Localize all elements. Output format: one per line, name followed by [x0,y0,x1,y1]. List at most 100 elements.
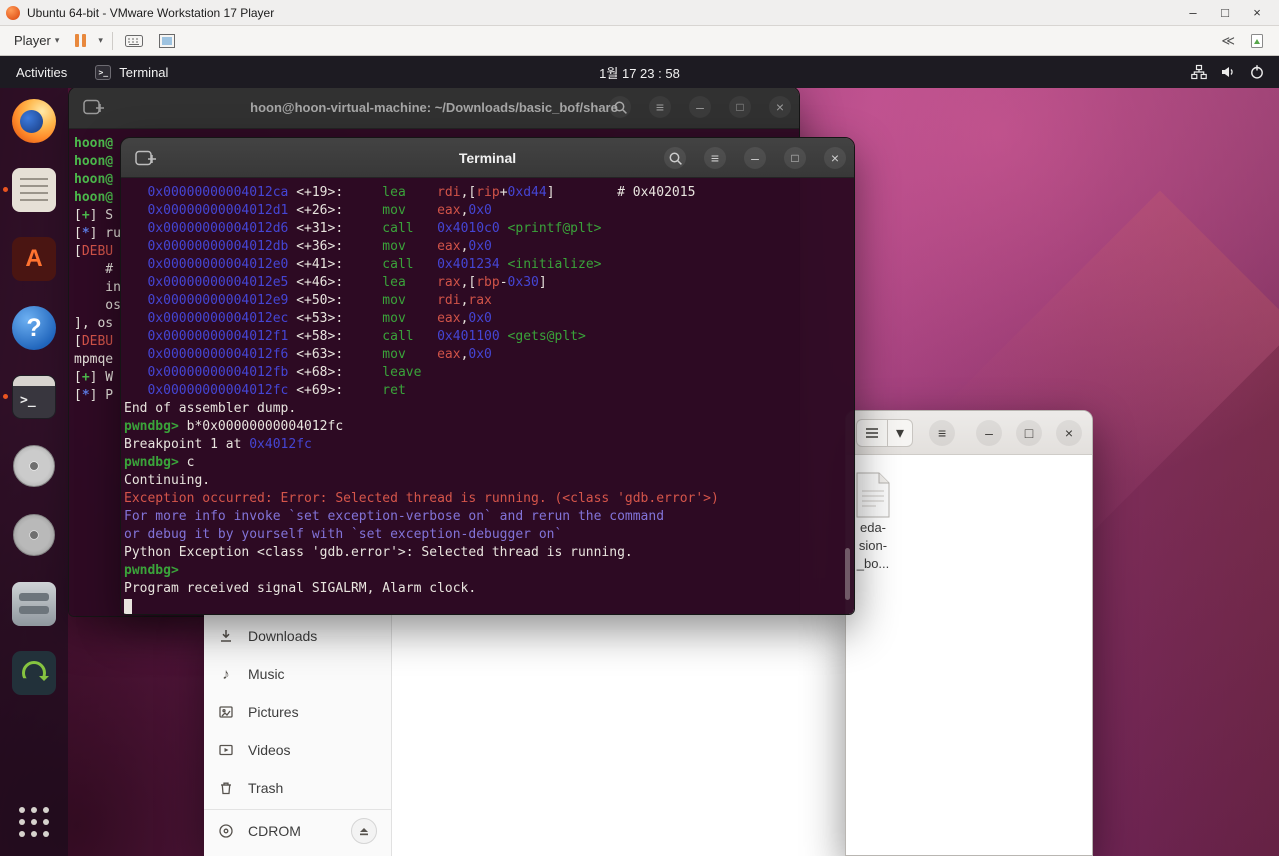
terminal-content: 0x00000000004012ca <+19>: lea rdi,[rip+0… [121,178,854,614]
sidebar-item-cdrom[interactable]: CDROM [204,812,391,850]
files-window: Downloads ♪ Music Pictures Videos Trash … [204,615,853,856]
vmware-window-controls: – □ × [1177,2,1273,24]
sidebar-label: Downloads [248,628,318,644]
toolbar-separator [111,31,113,50]
pictures-icon [218,704,234,720]
terminal-titlebar[interactable]: Terminal ≡ – □ × [121,138,854,178]
new-tab-button[interactable] [133,147,159,168]
pause-icon [75,34,80,47]
search-icon [669,152,682,165]
close-button[interactable]: × [1056,419,1082,446]
dock-software-updater-icon[interactable] [10,649,58,697]
power-icon [1251,65,1263,79]
terminal-scrollbar[interactable] [845,548,850,600]
download-icon [218,628,234,644]
library-button[interactable] [1249,33,1265,49]
vmware-minimize-button[interactable]: – [1177,2,1209,24]
sidebar-label: Music [248,666,285,682]
file-label-line: eda- [859,520,887,535]
dock-app-icon-1[interactable] [10,442,58,490]
music-icon: ♪ [222,665,230,683]
player-menu-label: Player [14,33,51,48]
dock-app-grid-button[interactable] [10,798,58,846]
list-view-button[interactable] [857,420,887,446]
minimize-button[interactable]: – [976,419,1002,446]
files-main-pane[interactable] [393,615,853,856]
vmware-app-icon [6,5,20,20]
desktop: hoon@hoon-virtual-machine: ~/Downloads/b… [0,88,1279,856]
suspend-dropdown-caret[interactable]: ▾ [98,35,103,46]
activities-button[interactable]: Activities [0,56,83,88]
menu-button[interactable]: ≡ [649,96,671,118]
sidebar-item-music[interactable]: ♪ Music [204,655,391,693]
secondary-window-content: eda- sion- _bo... [846,455,1092,855]
dock-firefox-icon[interactable] [10,97,58,145]
sidebar-label: Pictures [248,704,299,720]
focused-app-name: Terminal [119,64,169,80]
secondary-window-titlebar[interactable]: ▾ ≡ – □ × [846,411,1092,455]
maximize-button[interactable]: □ [784,147,806,169]
vmware-toolbar: Player ▾ ▾ ≪ [0,26,1279,56]
dock-files-icon[interactable] [10,580,58,628]
collapse-toolbar-button[interactable]: ≪ [1221,33,1235,49]
close-button[interactable]: × [769,96,791,118]
firefox-icon [12,99,56,143]
view-options-caret[interactable]: ▾ [887,419,912,446]
menu-button[interactable]: ≡ [929,419,956,446]
keyboard-icon [124,34,143,47]
suspend-vm-button[interactable] [72,32,89,49]
window-controls: – □ × [976,419,1082,446]
maximize-button[interactable]: □ [729,96,751,118]
view-switcher: ▾ [856,418,914,447]
file-item[interactable]: eda- sion- _bo... [846,471,914,573]
fullscreen-button[interactable] [155,30,179,52]
dock-text-editor-icon[interactable] [3,166,58,214]
send-ctrl-alt-del-button[interactable] [122,30,146,52]
vmware-maximize-button[interactable]: □ [1209,2,1241,24]
videos-icon [218,742,234,758]
sidebar-item-videos[interactable]: Videos [204,731,391,769]
vmware-window-title: Ubuntu 64-bit - VMware Workstation 17 Pl… [27,5,275,20]
dock-terminal-icon[interactable] [3,373,58,421]
new-tab-icon [135,150,156,165]
search-button[interactable] [609,96,631,118]
sidebar-item-pictures[interactable]: Pictures [204,693,391,731]
document-icon [856,472,890,518]
terminal-window: Terminal ≡ – □ × 0x00000000004012ca <+19… [120,137,855,615]
background-terminal-title: hoon@hoon-virtual-machine: ~/Downloads/b… [250,100,618,115]
sidebar-separator [204,809,391,810]
maximize-button[interactable]: □ [1016,419,1042,446]
sidebar-item-trash[interactable]: Trash [204,769,391,807]
clock[interactable]: 1월 17 23 : 58 [587,56,692,88]
search-button[interactable] [664,147,686,169]
player-menu-button[interactable]: Player ▾ [10,31,63,50]
eject-button[interactable] [351,818,377,844]
search-icon [614,101,627,114]
window-controls: ≡ – □ × [609,96,791,118]
dock-help-icon[interactable] [10,304,58,352]
sidebar-label: CDROM [248,823,301,839]
close-button[interactable]: × [824,147,846,169]
dock-app-icon-2[interactable] [10,511,58,559]
vmware-close-button[interactable]: × [1241,2,1273,24]
background-terminal-titlebar[interactable]: hoon@hoon-virtual-machine: ~/Downloads/b… [69,88,799,129]
disc-icon [13,445,55,487]
app-grid-icon [19,807,49,837]
network-icon [1191,64,1207,80]
focused-app-indicator[interactable]: >_ Terminal [83,56,180,88]
dock-red-app-icon[interactable] [10,235,58,283]
system-tray[interactable] [1177,56,1279,88]
minimize-button[interactable]: – [744,147,766,169]
text-editor-icon [12,168,56,212]
vm-display: Activities >_ Terminal 1월 17 23 : 58 hoo… [0,56,1279,856]
trash-icon [218,780,234,796]
window-controls: ≡ – □ × [664,147,846,169]
caret-down-icon: ▾ [54,35,60,45]
terminal-text: 0x00000000004012ca <+19>: lea rdi,[rip+0… [121,178,854,614]
minimize-button[interactable]: – [689,96,711,118]
file-label-line: _bo... [856,556,890,571]
sidebar-item-downloads[interactable]: Downloads [204,617,391,655]
new-tab-button[interactable] [81,96,107,117]
menu-button[interactable]: ≡ [704,147,726,169]
new-tab-icon [83,99,104,114]
